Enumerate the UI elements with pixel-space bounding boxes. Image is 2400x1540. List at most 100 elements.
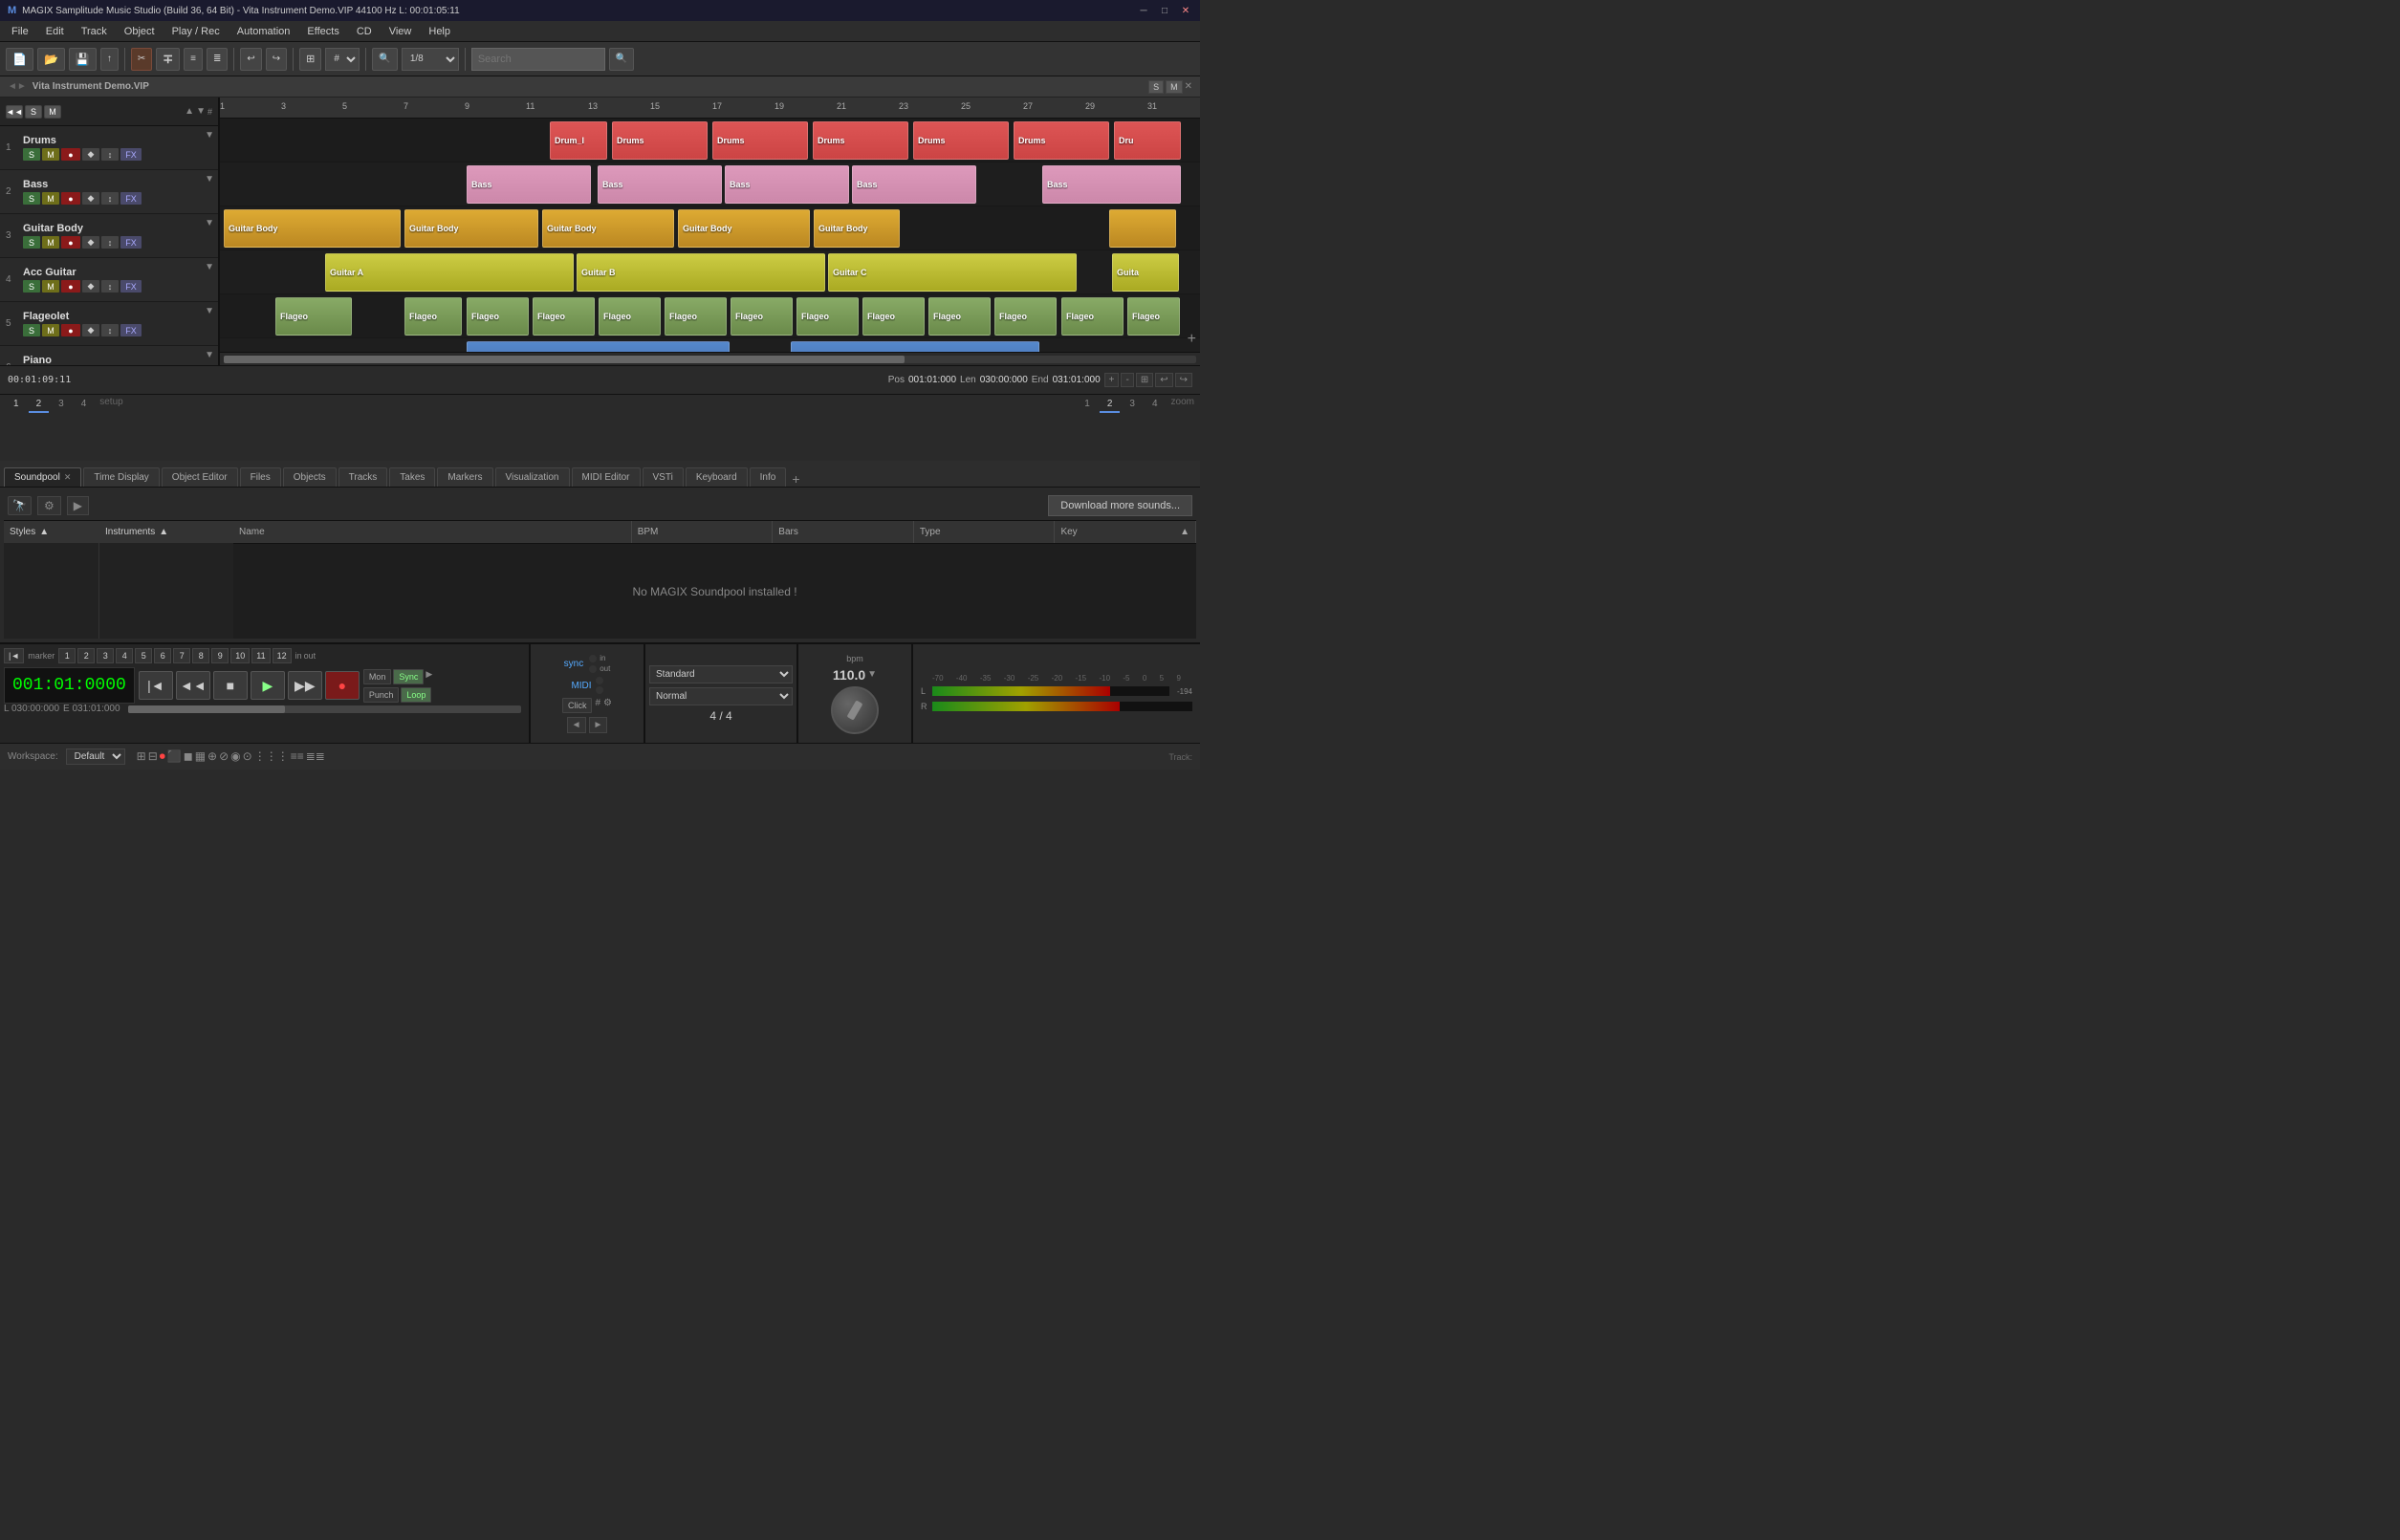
tab-1[interactable]: 1: [6, 397, 27, 413]
vip-close-button[interactable]: ✕: [1185, 81, 1192, 92]
clip-gbody-4[interactable]: Guitar Body: [678, 209, 810, 248]
mute-global-button[interactable]: M: [44, 105, 61, 119]
tab-2[interactable]: 2: [29, 397, 50, 413]
undo-view-button[interactable]: ↩: [1155, 373, 1172, 387]
align-button[interactable]: ≡: [184, 48, 203, 71]
zoom-tab-1[interactable]: 1: [1077, 397, 1098, 413]
clip-aguitar-4[interactable]: Guita: [1112, 253, 1179, 292]
transport-arrow[interactable]: ▶: [425, 669, 432, 684]
track-lane-6[interactable]: Piano Piano: [220, 338, 1200, 352]
status-icon-8[interactable]: ⊘: [219, 749, 229, 764]
status-icon-4[interactable]: ⬛: [167, 749, 182, 764]
track-1-mute[interactable]: M: [42, 148, 59, 161]
track-1-mute2[interactable]: ◆: [82, 148, 99, 161]
track-3-solo[interactable]: S: [23, 236, 40, 249]
tab-takes[interactable]: Takes: [389, 467, 435, 487]
workspace-selector[interactable]: Default: [66, 748, 125, 765]
track-lane-4[interactable]: Guitar A Guitar B Guitar C Guita: [220, 250, 1200, 294]
add-track-button[interactable]: +: [1188, 331, 1196, 348]
clip-bass-1[interactable]: Bass: [467, 165, 591, 204]
transport-scroll-thumb[interactable]: [128, 705, 286, 713]
prev-marker-button[interactable]: |◄: [4, 648, 24, 663]
menu-track[interactable]: Track: [74, 24, 115, 39]
loop-btn-8[interactable]: 8: [192, 648, 209, 663]
instruments-header[interactable]: Instruments ▲: [99, 521, 233, 544]
menu-view[interactable]: View: [382, 24, 420, 39]
clip-gbody-2[interactable]: Guitar Body: [404, 209, 538, 248]
tab-markers[interactable]: Markers: [437, 467, 492, 487]
fast-forward-button[interactable]: ▶▶: [288, 671, 322, 700]
clip-piano-2[interactable]: Piano: [791, 341, 1039, 352]
track-4-expand[interactable]: ▼: [205, 262, 214, 272]
menu-object[interactable]: Object: [117, 24, 163, 39]
status-icon-11[interactable]: ⋮⋮⋮: [254, 749, 289, 764]
clip-gbody-3[interactable]: Guitar Body: [542, 209, 674, 248]
clip-flag-11[interactable]: Flageo: [994, 297, 1057, 336]
new-project-button[interactable]: 📄: [6, 48, 33, 71]
menu-cd[interactable]: CD: [349, 24, 380, 39]
zoom-fit-button[interactable]: ⊞: [1136, 373, 1153, 387]
track-2-mute2[interactable]: ◆: [82, 192, 99, 205]
track-2-vol[interactable]: ↕: [101, 192, 119, 205]
tracks-up-btn[interactable]: ▲: [185, 106, 194, 117]
record-button[interactable]: ●: [325, 671, 360, 700]
zoom-tab-3[interactable]: 3: [1122, 397, 1143, 413]
track-5-mute2[interactable]: ◆: [82, 324, 99, 336]
tab-vsti[interactable]: VSTi: [643, 467, 684, 487]
tab-info[interactable]: Info: [750, 467, 787, 487]
track-4-mute2[interactable]: ◆: [82, 280, 99, 293]
align2-button[interactable]: ≣: [207, 48, 228, 71]
play-button[interactable]: ▶: [251, 671, 285, 700]
bpm-dropdown[interactable]: ▼: [867, 669, 877, 680]
clip-aguitar-2[interactable]: Guitar B: [577, 253, 825, 292]
status-icon-9[interactable]: ◉: [230, 749, 240, 764]
track-1-solo[interactable]: S: [23, 148, 40, 161]
search-button[interactable]: 🔍: [609, 48, 634, 71]
track-1-expand[interactable]: ▼: [205, 130, 214, 141]
save-button[interactable]: 💾: [69, 48, 97, 71]
status-rec-icon[interactable]: ⏺: [160, 749, 165, 764]
zoom-in-button[interactable]: +: [1104, 373, 1120, 387]
rewind-button[interactable]: ◄◄: [176, 671, 210, 700]
soundpool-settings-button[interactable]: ⚙: [37, 496, 61, 515]
clip-gbody-5[interactable]: Guitar Body: [814, 209, 900, 248]
tab-soundpool-close[interactable]: ✕: [64, 472, 72, 483]
grid-button[interactable]: ∓: [156, 48, 180, 71]
clip-drums-7[interactable]: Dru: [1114, 121, 1181, 160]
track-lane-2[interactable]: Bass Bass Bass Bass Bass: [220, 163, 1200, 206]
tab-4[interactable]: 4: [74, 397, 95, 413]
mixer-button[interactable]: ⊞: [299, 48, 321, 71]
track-2-solo[interactable]: S: [23, 192, 40, 205]
tab-3[interactable]: 3: [51, 397, 72, 413]
clip-bass-2[interactable]: Bass: [598, 165, 722, 204]
track-3-expand[interactable]: ▼: [205, 218, 214, 228]
loop-btn-4[interactable]: 4: [116, 648, 133, 663]
clip-bass-3[interactable]: Bass: [725, 165, 849, 204]
loop-btn-10[interactable]: 10: [230, 648, 250, 663]
loop-btn-5[interactable]: 5: [135, 648, 152, 663]
zoom-tab-2[interactable]: 2: [1100, 397, 1121, 413]
clip-flag-6[interactable]: Flageo: [665, 297, 727, 336]
clip-drums-3[interactable]: Drums: [712, 121, 808, 160]
search-input[interactable]: [471, 48, 605, 71]
next-nav-button[interactable]: ►: [589, 717, 608, 733]
col-type[interactable]: Type: [914, 521, 1056, 543]
quantize-selector[interactable]: 1/8 1/4 1/16: [402, 48, 459, 71]
col-key[interactable]: Key ▲: [1055, 521, 1196, 543]
track-2-expand[interactable]: ▼: [205, 174, 214, 184]
menu-file[interactable]: File: [4, 24, 36, 39]
tab-time-display[interactable]: Time Display: [83, 467, 159, 487]
clip-drums-1[interactable]: Drum_I: [550, 121, 607, 160]
redo-view-button[interactable]: ↪: [1175, 373, 1192, 387]
track-3-mute2[interactable]: ◆: [82, 236, 99, 249]
col-bpm[interactable]: BPM: [632, 521, 774, 543]
timeline-ruler[interactable]: 1 3 5 7 9 11 13 15 17 19 21 23 25 27: [220, 98, 1200, 119]
clip-gbody-1[interactable]: Guitar Body: [224, 209, 401, 248]
close-button[interactable]: ✕: [1179, 4, 1192, 17]
clip-flag-12[interactable]: Flageo: [1061, 297, 1124, 336]
scrollbar-thumb[interactable]: [224, 356, 905, 363]
clip-bass-4[interactable]: Bass: [852, 165, 976, 204]
status-icon-1[interactable]: ⊞: [137, 749, 146, 764]
track-3-fx[interactable]: FX: [120, 236, 142, 249]
clip-flag-10[interactable]: Flageo: [928, 297, 991, 336]
